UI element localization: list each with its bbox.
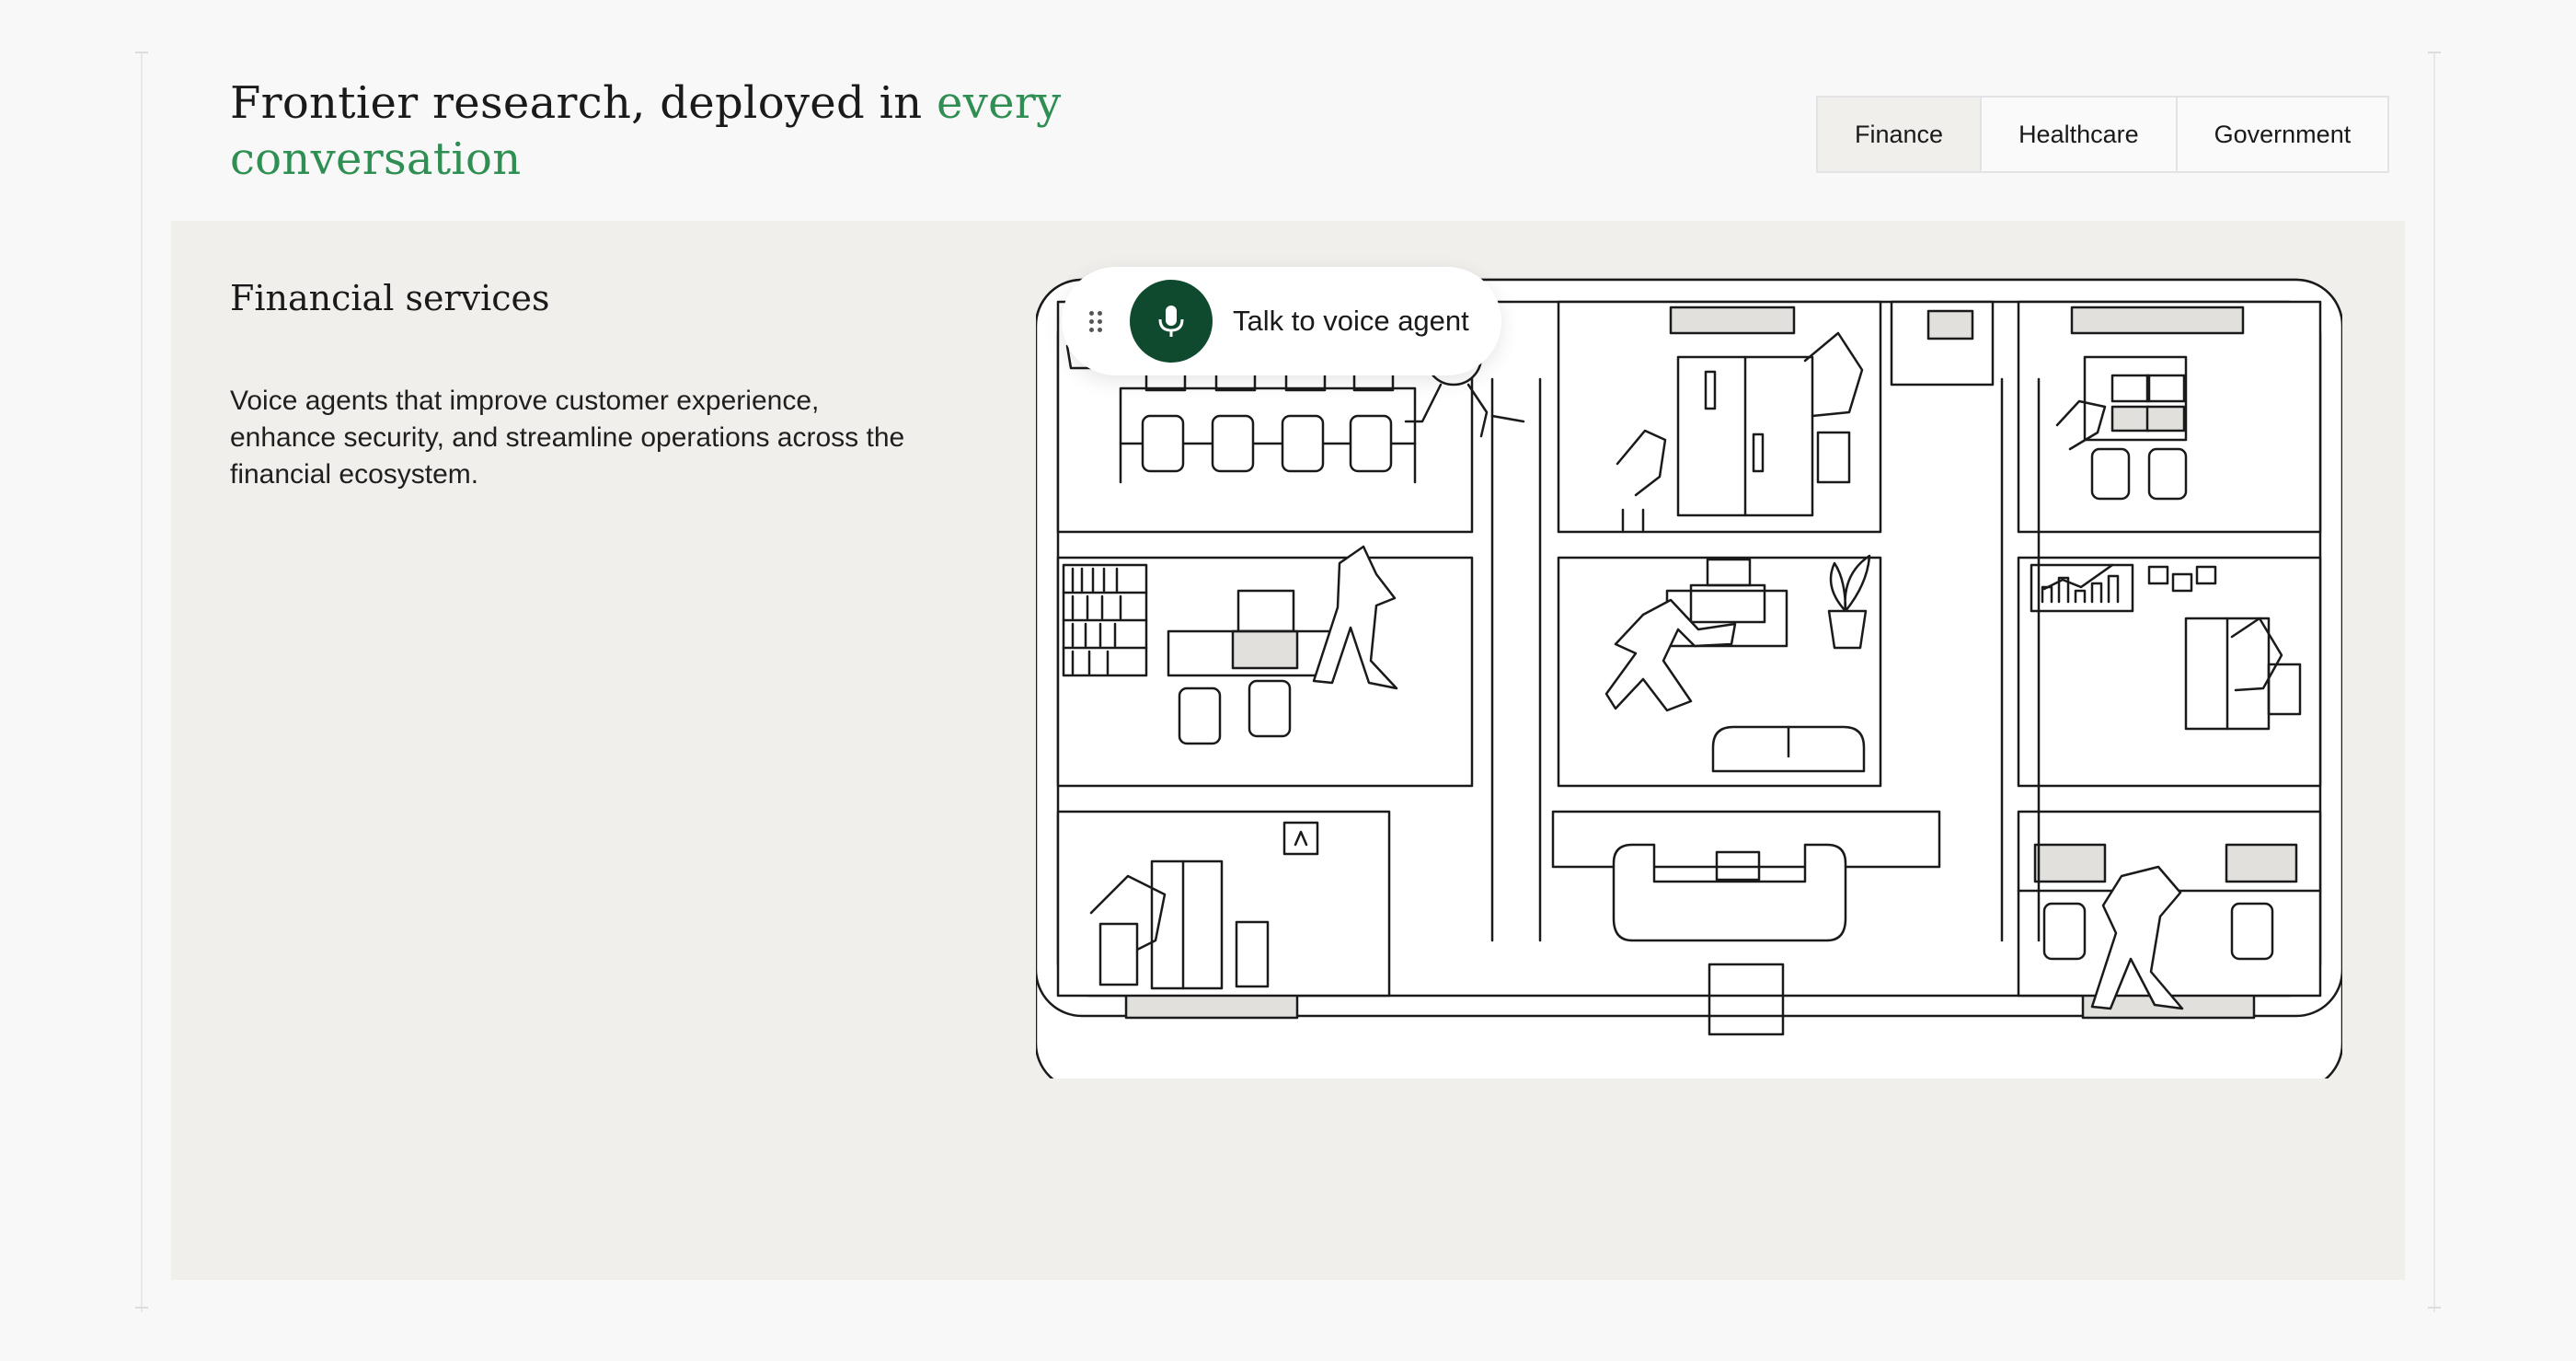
corner-tick	[135, 1307, 148, 1309]
right-guide-line	[2433, 52, 2435, 1312]
industry-panel: Financial services Voice agents that imp…	[171, 221, 2405, 1280]
page-headline: Frontier research, deployed in every con…	[230, 75, 1150, 188]
headline-text: Frontier research, deployed in	[230, 77, 937, 129]
drag-handle-icon[interactable]	[1089, 310, 1102, 332]
section-description: Voice agents that improve customer exper…	[230, 386, 905, 490]
office-floorplan-illustration: $	[1036, 278, 2342, 1078]
microphone-icon	[1158, 306, 1184, 337]
corner-tick	[2428, 52, 2441, 53]
tab-healthcare[interactable]: Healthcare	[1982, 98, 2178, 171]
left-guide-line	[141, 52, 143, 1312]
voice-agent-label: Talk to voice agent	[1233, 305, 1469, 337]
section-title: Financial services	[230, 278, 550, 318]
tab-finance[interactable]: Finance	[1818, 98, 1983, 171]
corner-tick	[2428, 1307, 2441, 1309]
microphone-button[interactable]	[1130, 280, 1213, 363]
voice-agent-pill[interactable]: Talk to voice agent	[1062, 267, 1501, 375]
tab-government[interactable]: Government	[2178, 98, 2388, 171]
corner-tick	[135, 52, 148, 53]
industry-tabs: Finance Healthcare Government	[1816, 96, 2390, 173]
